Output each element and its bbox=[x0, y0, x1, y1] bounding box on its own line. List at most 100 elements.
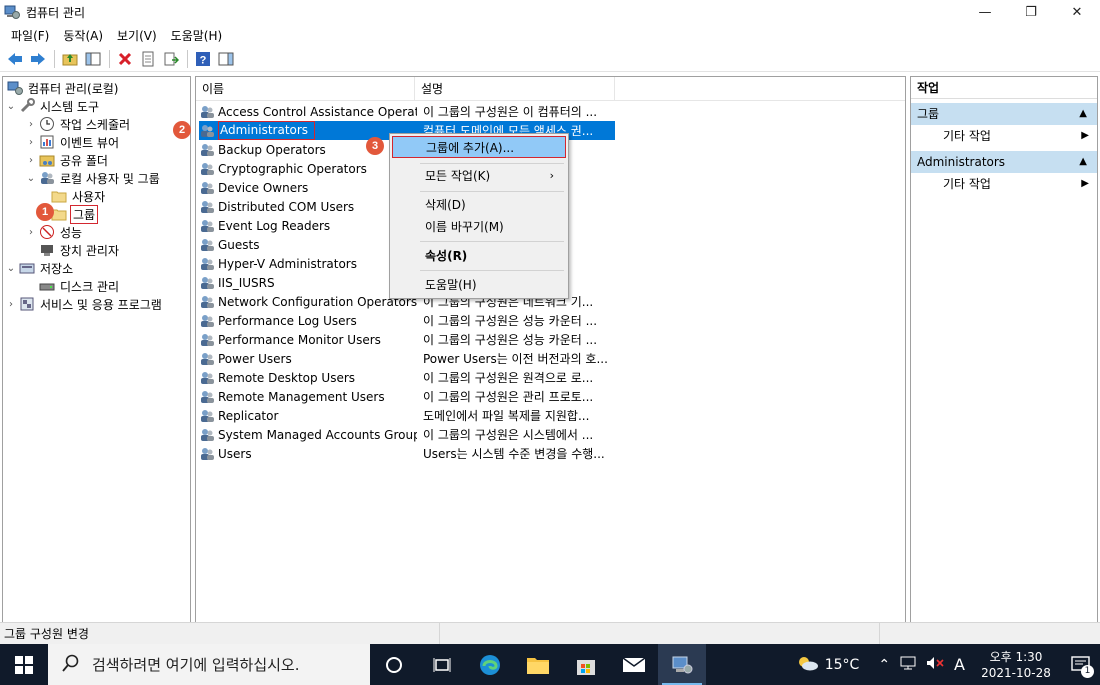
tree-label: 저장소 bbox=[40, 261, 74, 276]
step-badge-2: 2 bbox=[173, 121, 191, 139]
file-explorer-icon[interactable] bbox=[514, 644, 562, 685]
clock[interactable]: 오후 1:30 2021-10-28 bbox=[976, 649, 1056, 681]
chevron-down-icon[interactable]: ⌄ bbox=[5, 263, 17, 274]
show-action-pane-icon[interactable] bbox=[215, 49, 237, 69]
tree-label: 공유 폴더 bbox=[60, 153, 108, 168]
list-row[interactable]: Performance Monitor Users 이 그룹의 구성원은 성능 카… bbox=[199, 330, 615, 349]
group-name: Performance Monitor Users bbox=[218, 332, 381, 347]
column-header-description[interactable]: 설명 bbox=[415, 77, 615, 101]
menu-action[interactable]: 동작(A) bbox=[56, 27, 110, 44]
chevron-right-icon[interactable]: › bbox=[25, 155, 37, 166]
show-hide-tree-icon[interactable] bbox=[82, 49, 104, 69]
chevron-right-icon[interactable]: › bbox=[25, 119, 37, 130]
menu-separator bbox=[420, 241, 564, 242]
submenu-arrow-icon: ▶ bbox=[1081, 130, 1089, 141]
tree-item-event-viewer[interactable]: › 이벤트 뷰어 bbox=[25, 133, 121, 151]
chevron-right-icon[interactable]: › bbox=[25, 227, 37, 238]
minimize-button[interactable]: — bbox=[962, 0, 1008, 24]
tree-label: 시스템 도구 bbox=[40, 99, 100, 114]
notification-center-icon[interactable]: 1 bbox=[1062, 644, 1100, 685]
chevron-down-icon[interactable]: ⌄ bbox=[5, 101, 17, 112]
console-tree: 컴퓨터 관리(로컬) ⌄ 시스템 도구 › 작업 스케줄러 › 이벤트 뷰어 ›… bbox=[2, 76, 191, 628]
chevron-right-icon[interactable]: › bbox=[5, 299, 17, 310]
input-method-indicator[interactable]: A bbox=[954, 655, 965, 674]
menu-help[interactable]: 도움말(H) bbox=[392, 273, 566, 295]
menu-file[interactable]: 파일(F) bbox=[4, 27, 56, 44]
list-row[interactable]: Access Control Assistance Operators 이 그룹의… bbox=[199, 102, 615, 121]
menu-rename[interactable]: 이름 바꾸기(M) bbox=[392, 215, 566, 237]
tree-item-local-users-groups[interactable]: ⌄ 로컬 사용자 및 그룹 bbox=[25, 169, 162, 187]
network-icon[interactable] bbox=[900, 656, 916, 674]
maximize-button[interactable]: ❐ bbox=[1008, 0, 1054, 24]
list-row[interactable]: Power Users Power Users는 이전 버전과의 호... bbox=[199, 349, 615, 368]
group-icon bbox=[199, 123, 215, 139]
list-row[interactable]: Remote Management Users 이 그룹의 구성원은 관리 프로토… bbox=[199, 387, 615, 406]
group-icon bbox=[199, 180, 215, 196]
list-row[interactable]: Performance Log Users 이 그룹의 구성원은 성능 카운터 .… bbox=[199, 311, 615, 330]
menu-properties[interactable]: 속성(R) bbox=[392, 244, 566, 266]
start-button[interactable] bbox=[0, 644, 48, 685]
action-more-actions[interactable]: 기타 작업 ▶ bbox=[911, 173, 1097, 195]
tree-item-services-apps[interactable]: › 서비스 및 응용 프로그램 bbox=[5, 295, 164, 313]
up-folder-icon[interactable] bbox=[59, 49, 81, 69]
weather-widget[interactable]: 15°C bbox=[797, 655, 859, 675]
group-name: Administrators bbox=[218, 121, 315, 140]
chevron-up-icon[interactable]: ⌃ bbox=[878, 657, 890, 673]
list-row[interactable]: Remote Desktop Users 이 그룹의 구성원은 원격으로 로... bbox=[199, 368, 615, 387]
menu-add-to-group[interactable]: 그룹에 추가(A)... bbox=[392, 136, 566, 158]
properties-icon[interactable] bbox=[137, 49, 159, 69]
group-icon bbox=[199, 161, 215, 177]
menu-all-tasks[interactable]: 모든 작업(K) › bbox=[392, 164, 566, 186]
tree-item-system-tools[interactable]: ⌄ 시스템 도구 bbox=[5, 97, 101, 115]
tree-item-storage[interactable]: ⌄ 저장소 bbox=[5, 259, 75, 277]
tree-item-root[interactable]: 컴퓨터 관리(로컬) bbox=[5, 79, 120, 97]
folder-icon bbox=[51, 188, 67, 204]
menu-view[interactable]: 보기(V) bbox=[110, 27, 164, 44]
tree-label: 그룹 bbox=[70, 204, 99, 224]
edge-icon[interactable] bbox=[466, 644, 514, 685]
computer-management-taskbar-icon[interactable] bbox=[658, 644, 706, 685]
taskbar-search[interactable]: 검색하려면 여기에 입력하십시오. bbox=[48, 644, 370, 685]
performance-icon bbox=[39, 224, 55, 240]
tree-item-performance[interactable]: › 성능 bbox=[25, 223, 84, 241]
menu-delete[interactable]: 삭제(D) bbox=[392, 193, 566, 215]
mail-icon[interactable] bbox=[610, 644, 658, 685]
status-text: 그룹 구성원 변경 bbox=[0, 622, 440, 645]
action-more-actions[interactable]: 기타 작업 ▶ bbox=[911, 125, 1097, 147]
back-arrow-icon[interactable] bbox=[4, 49, 26, 69]
menu-separator bbox=[420, 191, 564, 192]
action-section-groups[interactable]: 그룹 ▲ bbox=[911, 103, 1097, 125]
cortana-icon[interactable] bbox=[370, 644, 418, 685]
tree-item-task-scheduler[interactable]: › 작업 스케줄러 bbox=[25, 115, 132, 133]
group-name: Remote Desktop Users bbox=[218, 370, 356, 385]
tree-item-disk-management[interactable]: 디스크 관리 bbox=[37, 277, 121, 295]
context-menu: 그룹에 추가(A)... 모든 작업(K) › 삭제(D) 이름 바꾸기(M) 속… bbox=[389, 133, 569, 299]
close-button[interactable]: ✕ bbox=[1054, 0, 1100, 24]
store-icon[interactable] bbox=[562, 644, 610, 685]
group-name: Users bbox=[218, 446, 252, 461]
list-row[interactable]: System Managed Accounts Group 이 그룹의 구성원은 … bbox=[199, 425, 615, 444]
tree-item-users[interactable]: 사용자 bbox=[49, 187, 107, 205]
group-name: Network Configuration Operators bbox=[218, 294, 417, 309]
chevron-right-icon[interactable]: › bbox=[25, 137, 37, 148]
export-list-icon[interactable] bbox=[160, 49, 182, 69]
group-icon bbox=[199, 408, 215, 424]
chevron-down-icon[interactable]: ⌄ bbox=[25, 173, 37, 184]
task-view-icon[interactable] bbox=[418, 644, 466, 685]
action-section-administrators[interactable]: Administrators ▲ bbox=[911, 151, 1097, 173]
tree-item-shared-folders[interactable]: › 공유 폴더 bbox=[25, 151, 110, 169]
column-header-name[interactable]: 이름 bbox=[196, 77, 415, 101]
volume-muted-icon[interactable] bbox=[926, 656, 944, 674]
forward-arrow-icon[interactable] bbox=[27, 49, 49, 69]
list-row[interactable]: Replicator 도메인에서 파일 복제를 지원합... bbox=[199, 406, 615, 425]
tools-icon bbox=[19, 98, 35, 114]
help-icon[interactable]: ? bbox=[192, 49, 214, 69]
collapse-up-icon[interactable]: ▲ bbox=[1079, 103, 1087, 125]
delete-icon[interactable] bbox=[114, 49, 136, 69]
menu-help[interactable]: 도움말(H) bbox=[164, 27, 230, 44]
tree-item-groups[interactable]: 그룹 bbox=[49, 204, 99, 224]
tree-item-device-manager[interactable]: 장치 관리자 bbox=[37, 241, 121, 259]
list-row[interactable]: Users Users는 시스템 수준 변경을 수행... bbox=[199, 444, 615, 463]
collapse-up-icon[interactable]: ▲ bbox=[1079, 151, 1087, 173]
menu-label: 모든 작업(K) bbox=[425, 168, 491, 183]
